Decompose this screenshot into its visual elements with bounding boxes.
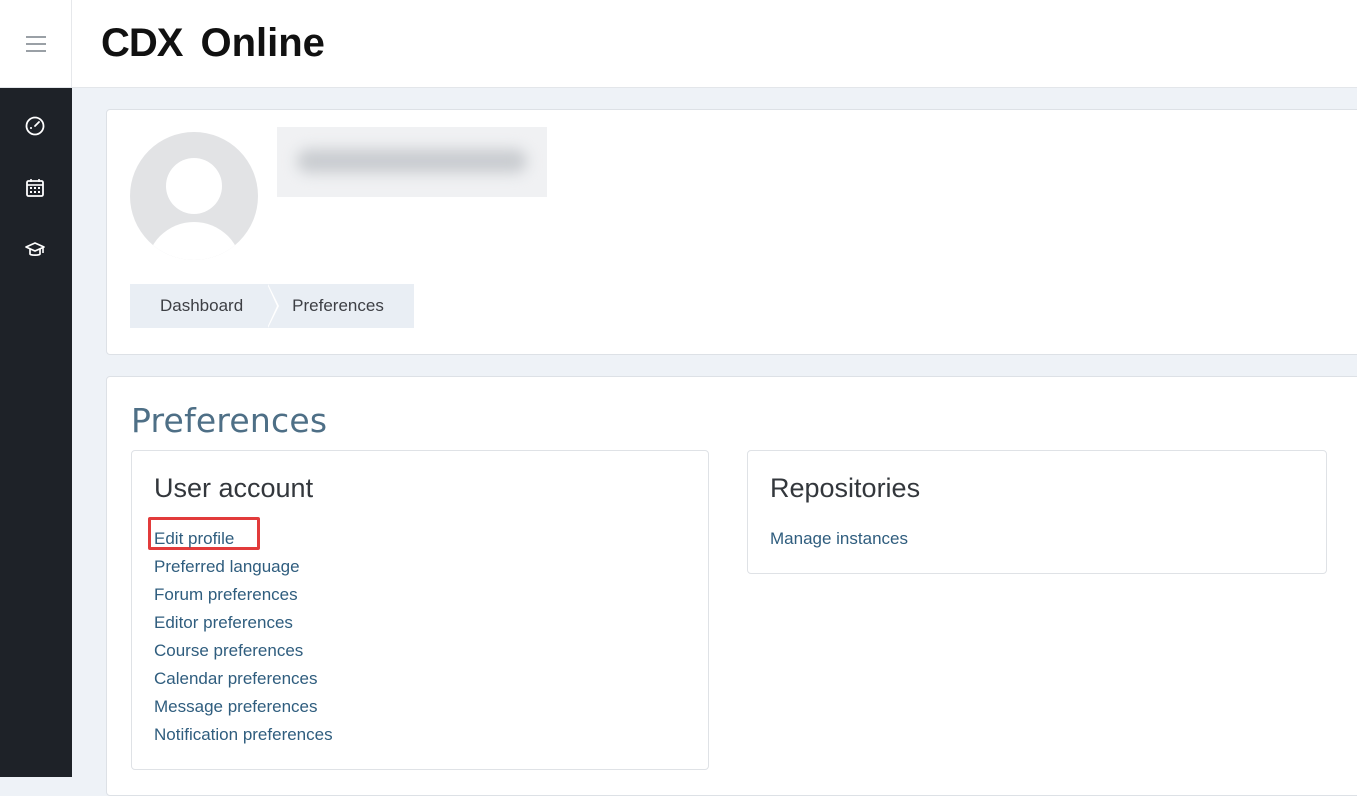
repositories-heading: Repositories [770, 473, 921, 503]
top-navbar: CDX Online [0, 0, 1357, 88]
hamburger-icon [25, 31, 46, 57]
user-account-panel: User account Edit profile Preferred lang… [131, 450, 709, 770]
user-name-redacted [277, 127, 547, 197]
user-account-links: Edit profile Preferred language Forum pr… [154, 525, 333, 749]
graduation-cap-icon[interactable] [22, 237, 48, 263]
menu-toggle-button[interactable] [0, 0, 72, 87]
link-calendar-preferences[interactable]: Calendar preferences [154, 665, 333, 693]
dashboard-gauge-icon[interactable] [22, 113, 48, 139]
breadcrumb-preferences[interactable]: Preferences [267, 284, 414, 328]
preferences-card: Preferences User account Edit profile Pr… [106, 376, 1357, 796]
nav-drawer [0, 88, 72, 777]
repositories-links: Manage instances [770, 525, 908, 553]
logo-mark: CDX [101, 21, 183, 65]
site-logo[interactable]: CDX Online [101, 20, 325, 66]
repositories-panel: Repositories Manage instances [747, 450, 1327, 574]
calendar-icon[interactable] [22, 175, 48, 201]
link-course-preferences[interactable]: Course preferences [154, 637, 333, 665]
link-preferred-language[interactable]: Preferred language [154, 553, 333, 581]
link-manage-instances[interactable]: Manage instances [770, 525, 908, 553]
page-title: Preferences [131, 401, 328, 440]
link-notification-preferences[interactable]: Notification preferences [154, 721, 333, 749]
link-forum-preferences[interactable]: Forum preferences [154, 581, 333, 609]
user-account-heading: User account [154, 473, 314, 503]
avatar [130, 132, 258, 260]
page-header-card: Dashboard Preferences [106, 109, 1357, 355]
link-edit-profile[interactable]: Edit profile [154, 525, 333, 553]
link-message-preferences[interactable]: Message preferences [154, 693, 333, 721]
logo-text: Online [200, 21, 325, 65]
breadcrumb: Dashboard Preferences [130, 284, 414, 328]
breadcrumb-dashboard[interactable]: Dashboard [130, 284, 280, 328]
link-editor-preferences[interactable]: Editor preferences [154, 609, 333, 637]
